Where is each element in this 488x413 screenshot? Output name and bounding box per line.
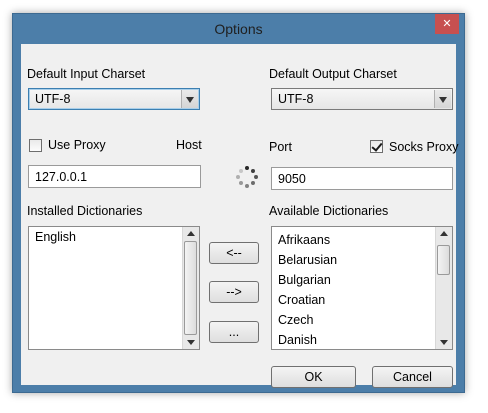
use-proxy-checkbox[interactable] xyxy=(29,139,42,152)
installed-scrollbar[interactable] xyxy=(182,227,199,349)
scroll-up-icon[interactable] xyxy=(436,227,452,241)
dialog-body: Default Input Charset UTF-8 Default Outp… xyxy=(21,44,458,388)
remove-dictionary-button[interactable]: --> xyxy=(209,281,259,303)
close-button[interactable]: ✕ xyxy=(435,14,459,34)
spinner-dot xyxy=(245,166,249,170)
output-charset-value: UTF-8 xyxy=(278,92,314,106)
close-icon: ✕ xyxy=(442,18,452,30)
title-bar[interactable]: Options ✕ xyxy=(13,14,464,44)
port-label: Port xyxy=(269,140,292,154)
list-item[interactable]: English xyxy=(29,227,182,247)
scroll-down-icon[interactable] xyxy=(436,335,452,349)
list-item[interactable]: Bulgarian xyxy=(272,270,435,290)
spinner-dot xyxy=(254,175,258,179)
output-charset-label: Default Output Charset xyxy=(269,67,397,81)
available-dictionaries-list[interactable]: Afrikaans Belarusian Bulgarian Croatian … xyxy=(271,226,453,350)
host-input[interactable]: 127.0.0.1 xyxy=(28,165,201,188)
scroll-thumb[interactable] xyxy=(184,241,197,335)
input-charset-label: Default Input Charset xyxy=(27,67,146,81)
list-item[interactable]: Afrikaans xyxy=(272,230,435,250)
installed-dictionaries-label: Installed Dictionaries xyxy=(27,204,143,218)
host-value: 127.0.0.1 xyxy=(35,170,88,184)
input-charset-select[interactable]: UTF-8 xyxy=(28,88,200,110)
list-item[interactable]: Czech xyxy=(272,310,435,330)
spinner-dot xyxy=(238,181,243,186)
options-dialog: Options ✕ Default Input Charset UTF-8 De… xyxy=(12,13,465,393)
available-scrollbar[interactable] xyxy=(435,227,452,349)
available-dictionaries-items: Afrikaans Belarusian Bulgarian Croatian … xyxy=(272,230,435,349)
window-title: Options xyxy=(214,21,263,37)
port-input[interactable]: 9050 xyxy=(271,167,453,190)
list-item[interactable]: Croatian xyxy=(272,290,435,310)
cancel-button[interactable]: Cancel xyxy=(372,366,453,388)
scroll-up-icon[interactable] xyxy=(183,227,199,241)
scroll-thumb[interactable] xyxy=(437,245,450,275)
available-dictionaries-label: Available Dictionaries xyxy=(269,204,389,218)
port-value: 9050 xyxy=(278,172,306,186)
spinner-dot xyxy=(245,184,249,188)
list-item[interactable]: Danish xyxy=(272,330,435,349)
list-item[interactable]: Belarusian xyxy=(272,250,435,270)
host-label: Host xyxy=(176,138,202,152)
socks-proxy-label[interactable]: Socks Proxy xyxy=(389,140,458,154)
spinner-dot xyxy=(251,181,256,186)
input-charset-value: UTF-8 xyxy=(35,92,71,106)
ok-button[interactable]: OK xyxy=(271,366,356,388)
installed-dictionaries-list[interactable]: English xyxy=(28,226,200,350)
chevron-down-icon[interactable] xyxy=(181,90,198,108)
loading-spinner-icon xyxy=(234,164,260,190)
spinner-dot xyxy=(238,168,243,173)
scroll-down-icon[interactable] xyxy=(183,335,199,349)
use-proxy-label[interactable]: Use Proxy xyxy=(48,138,106,152)
add-dictionary-button[interactable]: <-- xyxy=(209,242,259,264)
chevron-down-icon[interactable] xyxy=(434,90,451,108)
more-options-button[interactable]: ... xyxy=(209,321,259,343)
socks-proxy-checkbox[interactable] xyxy=(370,140,383,153)
installed-dictionaries-items: English xyxy=(29,227,182,349)
spinner-dot xyxy=(236,175,240,179)
spinner-dot xyxy=(251,168,256,173)
output-charset-select[interactable]: UTF-8 xyxy=(271,88,453,110)
